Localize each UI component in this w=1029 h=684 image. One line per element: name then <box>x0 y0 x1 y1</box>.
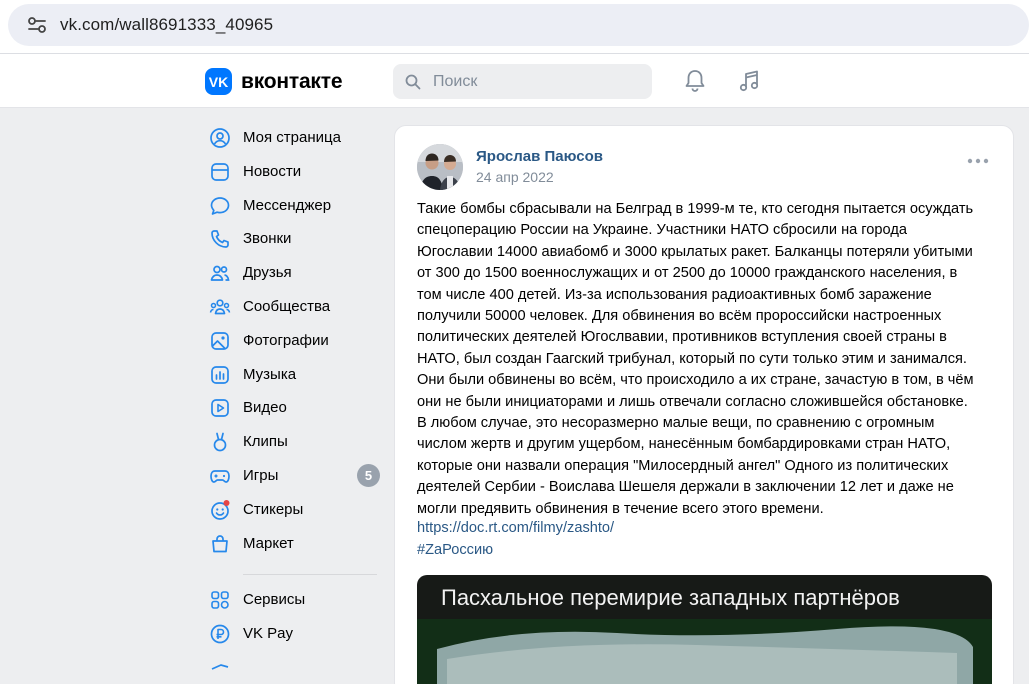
post-text-line: получили 50000 человек. Для обвинения во… <box>417 308 942 325</box>
post-text-line: В любом случае, это несоразмерно малые в… <box>417 415 935 432</box>
post-external-link[interactable]: https://doc.rt.com/filmy/zashto/ <box>417 520 614 536</box>
newsfeed-icon <box>211 162 229 181</box>
post-text-line: от 300 до 1500 военнослужащих и от 2500 … <box>417 265 958 282</box>
post-text-line: спецоперацию России на Украине. Участник… <box>417 222 907 239</box>
sidebar-item-partial[interactable] <box>205 651 385 684</box>
wall-post: Ярослав Паюсов 24 апр 2022 Такие бомбы с… <box>394 125 1014 684</box>
sidebar-item-label: Стикеры <box>243 500 304 518</box>
video-frame <box>417 619 992 684</box>
search-icon <box>405 74 421 90</box>
sidebar-item-label: Маркет <box>243 534 294 552</box>
sidebar-item-friends[interactable]: Друзья <box>205 256 385 290</box>
video-caption: Пасхальное перемирие западных партнёров <box>441 585 900 610</box>
post-text-line: деятелей Сербии - Воислава Шешеля держал… <box>417 479 954 496</box>
user-circle-icon <box>210 128 230 148</box>
music-note-icon[interactable] <box>736 68 762 94</box>
vk-logo-text: вконтакте <box>241 69 343 93</box>
market-bag-icon <box>212 534 228 552</box>
post-text-line: том числе 400 детей. Из-за использования… <box>417 286 932 303</box>
post-text-line: политических деятелей Югослвавии, против… <box>417 329 947 346</box>
sidebar-item-label: Видео <box>243 399 287 417</box>
sidebar-item-label: Клипы <box>243 433 288 451</box>
services-icon <box>211 591 229 610</box>
sidebar-item-label: VK Pay <box>243 625 294 643</box>
sidebar-item-label: Мессенджер <box>243 196 332 214</box>
browser-toolbar: vk.com/wall8691333_40965 <box>0 0 1029 54</box>
url-text[interactable]: vk.com/wall8691333_40965 <box>60 15 273 35</box>
search-input[interactable] <box>433 64 643 99</box>
sidebar-item-label: Сообщества <box>243 297 331 315</box>
sidebar-item-games[interactable]: Игры 5 <box>205 459 385 493</box>
vk-logo-icon: VK <box>205 68 232 95</box>
site-settings-icon[interactable] <box>26 14 48 36</box>
friends-icon <box>210 265 230 282</box>
more-services-icon <box>211 664 229 670</box>
left-sidebar: Моя страница Новости Мессенджер Звонки Д… <box>205 121 385 684</box>
message-icon <box>210 196 230 215</box>
sidebar-item-photos[interactable]: Фотографии <box>205 324 385 358</box>
sidebar-item-label: Фотографии <box>243 331 329 349</box>
post-date[interactable]: 24 апр 2022 <box>476 169 554 185</box>
post-text-line: НАТО, был создан Гаагский трибунал, кото… <box>417 350 967 367</box>
sidebar-item-music[interactable]: Музыка <box>205 358 385 392</box>
sidebar-item-services[interactable]: Сервисы <box>205 583 385 617</box>
music-icon <box>211 365 229 384</box>
sidebar-item-label: Друзья <box>243 264 292 282</box>
clips-icon <box>213 432 227 452</box>
sidebar-item-news[interactable]: Новости <box>205 155 385 189</box>
gamepad-icon <box>210 470 230 483</box>
post-text: Такие бомбы сбрасывали на Белград в 1999… <box>417 199 992 520</box>
phone-icon <box>211 230 229 249</box>
post-text-line: Такие бомбы сбрасывали на Белград в 1999… <box>417 201 974 217</box>
bell-icon[interactable] <box>682 68 708 94</box>
post-text-line: они не были инициаторами и лишь отвечали… <box>417 393 968 410</box>
vk-logo[interactable]: VK вконтакте <box>205 68 342 95</box>
more-options-icon[interactable] <box>966 157 990 165</box>
video-icon <box>211 399 229 418</box>
sidebar-item-messenger[interactable]: Мессенджер <box>205 189 385 223</box>
avatar-photo <box>417 144 463 190</box>
sidebar-divider <box>243 574 377 576</box>
post-video-preview[interactable]: Пасхальное перемирие западных партнёров <box>417 575 992 684</box>
sticker-icon <box>211 499 230 520</box>
vkpay-icon <box>210 624 230 644</box>
post-text-line: числом жертв и другим ущербом, нанесённы… <box>417 436 951 453</box>
games-count-badge: 5 <box>357 463 380 487</box>
post-text-line: Югославии 14000 авиабомб и 3000 крылатых… <box>417 243 973 260</box>
sidebar-item-stickers[interactable]: Стикеры <box>205 493 385 527</box>
post-author-name[interactable]: Ярослав Паюсов <box>476 148 603 165</box>
sidebar-item-calls[interactable]: Звонки <box>205 222 385 256</box>
post-text-line: которые они назвали операция "Милосердны… <box>417 457 949 474</box>
post-hashtag[interactable]: #ZаРоссию <box>417 542 493 558</box>
sidebar-item-market[interactable]: Маркет <box>205 527 385 561</box>
post-text-line: могли предявить обвинения в течение всег… <box>417 500 824 517</box>
sidebar-item-communities[interactable]: Сообщества <box>205 290 385 324</box>
sidebar-item-label: Сервисы <box>243 591 306 609</box>
sidebar-item-label: Моя страница <box>243 129 341 146</box>
sidebar-item-label: Музыка <box>243 365 297 383</box>
site-header: VK вконтакте <box>0 54 1029 108</box>
search-box[interactable] <box>393 64 652 99</box>
author-avatar[interactable] <box>417 144 463 190</box>
sidebar-item-vkpay[interactable]: VK Pay <box>205 617 385 651</box>
address-bar[interactable]: vk.com/wall8691333_40965 <box>8 4 1029 46</box>
communities-icon <box>209 299 231 315</box>
sidebar-item-clips[interactable]: Клипы <box>205 425 385 459</box>
sidebar-item-label: Игры <box>243 466 279 484</box>
sidebar-item-my-page[interactable]: Моя страница <box>205 121 385 155</box>
post-text-line: Они были обвинены во всём, что происходи… <box>417 372 974 389</box>
sidebar-item-video[interactable]: Видео <box>205 391 385 425</box>
sidebar-item-label: Новости <box>243 162 302 180</box>
sidebar-item-label: Звонки <box>243 230 292 248</box>
photo-icon <box>211 331 229 350</box>
